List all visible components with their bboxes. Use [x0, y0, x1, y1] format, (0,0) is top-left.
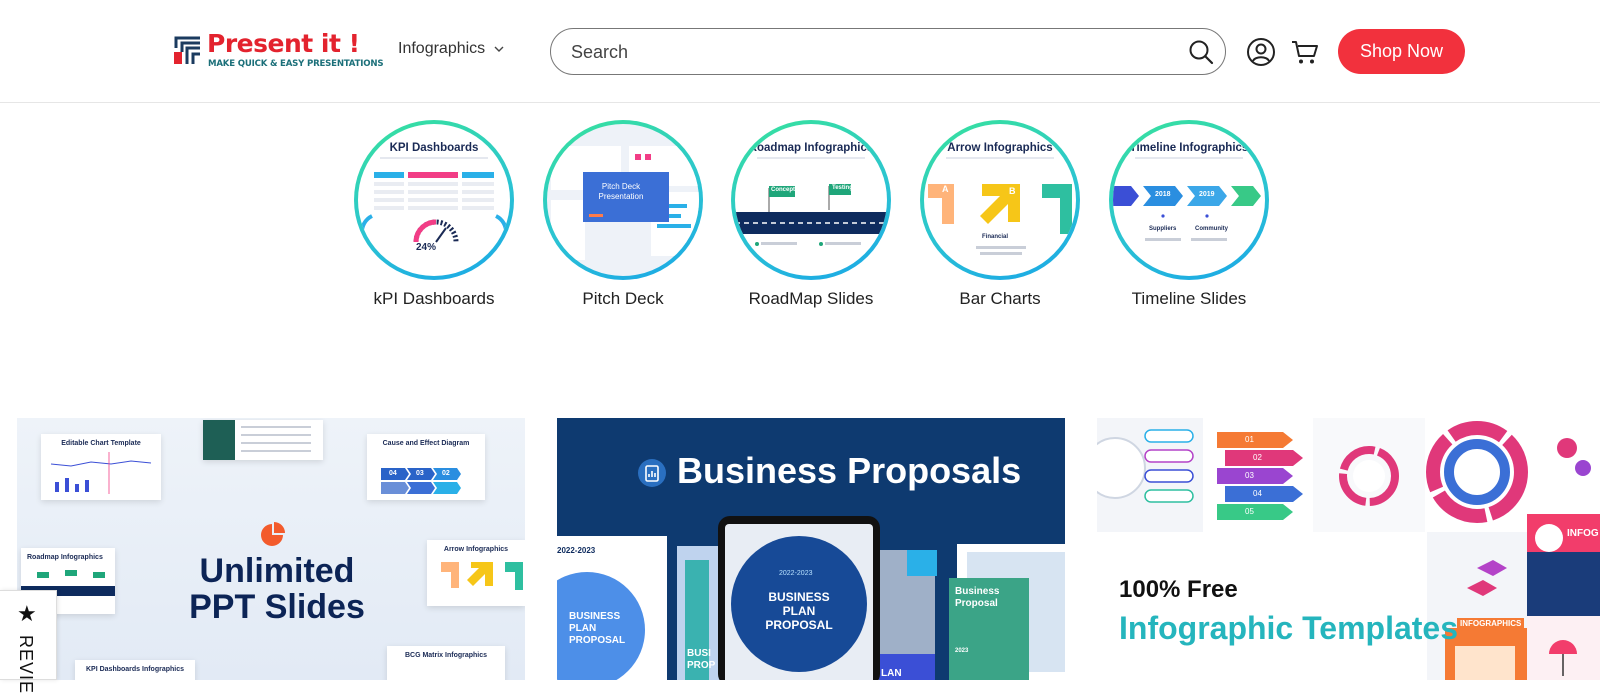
arrow-graphic [441, 562, 523, 590]
roadmap-tag-testing: Testing [832, 185, 853, 191]
category-thumbnail: Arrow Infographics A B Financial [924, 124, 1076, 276]
timeline-year-2019: 2019 [1199, 191, 1215, 198]
card-title: BCG Matrix Infographics [404, 652, 488, 659]
card-arrow: Arrow Infographics [427, 540, 525, 606]
arrow-infographic-graphic [928, 184, 1072, 255]
logo-mark-icon [174, 36, 200, 64]
site-header: Present it ! MAKE QUICK & EASY PRESENTAT… [0, 0, 1600, 103]
card-list [203, 420, 323, 460]
arrow-label-financial: Financial [982, 234, 1009, 240]
card-title: KPI Dashboards Infographics [85, 666, 185, 673]
search-input[interactable] [571, 39, 1171, 65]
card-bcg-matrix: BCG Matrix Infographics [387, 646, 505, 680]
infographic-step-05: 05 [1245, 507, 1254, 516]
kpi-table-graphic [359, 172, 509, 243]
left-cover-text: BUSINESS PLAN PROPOSAL [569, 611, 626, 646]
thumbnail-kpi-value: 24% [416, 242, 437, 253]
timeline-year-2018: 2018 [1155, 191, 1171, 198]
search-icon[interactable] [1187, 38, 1215, 66]
card-editable-chart: Editable Chart Template [41, 434, 161, 500]
category-label: Timeline Slides [1131, 289, 1247, 308]
side-cover-title: Business Proposal [955, 586, 1000, 609]
infographics-menu[interactable]: Infographics [398, 40, 505, 58]
banner-headline: Unlimited PPT Slides [189, 552, 365, 626]
side-cover-year: 2023 [955, 648, 969, 654]
infographics-menu-label: Infographics [398, 40, 486, 57]
infographic-step-01: 01 [1245, 435, 1254, 444]
cart-icon[interactable] [1290, 37, 1320, 67]
banner-unlimited-ppt-slides[interactable]: Editable Chart Template Cause and Effect… [17, 418, 525, 680]
category-kpi-dashboards[interactable]: KPI Dashboards 24% kPI Dashboards [354, 120, 514, 309]
category-ring: Roadmap Infographics Concept Testing [731, 120, 891, 280]
category-thumbnail: Pitch Deck Presentation [547, 124, 699, 276]
category-label: kPI Dashboards [373, 289, 495, 308]
category-label: RoadMap Slides [748, 289, 874, 308]
roadmap-tag-concept: Concept [771, 187, 795, 193]
left-cover-years: 2022-2023 [557, 546, 596, 555]
infographics-label-cropped: INFOG [1567, 528, 1599, 539]
star-icon: ★ [17, 601, 37, 626]
pie-chart-icon [261, 522, 285, 546]
timeline-arrows-graphic [1113, 186, 1261, 241]
category-ring: KPI Dashboards 24% [354, 120, 514, 280]
category-timeline-slides[interactable]: Timeline Infographics 2018 2019 Supplier… [1109, 120, 1269, 309]
step-03: 03 [416, 470, 424, 477]
line-chart-graphic [50, 452, 152, 494]
cover-fragment-left: BUSI PROP [687, 648, 716, 671]
category-bar-charts[interactable]: Arrow Infographics A B Financial Bar Cha… [920, 120, 1080, 309]
cover-fragment-right: LAN [881, 668, 902, 679]
reviews-tab[interactable]: ★ REVIE [0, 590, 57, 694]
search-bar [550, 28, 1226, 75]
brand-tagline: MAKE QUICK & EASY PRESENTATIONS [208, 59, 384, 69]
arrow-label-b: B [1009, 186, 1016, 196]
category-ring: Pitch Deck Presentation [543, 120, 703, 280]
proposal-covers-graphic [557, 516, 1065, 680]
card-kpi-dashboards: KPI Dashboards Infographics [75, 660, 195, 680]
category-ring: Arrow Infographics A B Financial [920, 120, 1080, 280]
infographic-step-04: 04 [1253, 489, 1262, 498]
list-graphic [203, 420, 311, 460]
brand-name: Present it ! [207, 29, 360, 58]
step-04: 04 [389, 470, 397, 477]
arrow-label-a: A [942, 184, 949, 194]
roadmap-road-graphic [735, 184, 887, 246]
cover-title: BUSINESS PLAN PROPOSAL [765, 590, 833, 632]
thumbnail-title: Pitch Deck Presentation [598, 182, 644, 201]
banner-headline-line2: Infographic Templates [1119, 610, 1459, 646]
chevron-steps-graphic [381, 468, 461, 494]
cover-years: 2022-2023 [779, 570, 813, 577]
category-label: Pitch Deck [582, 289, 664, 308]
brand-logo[interactable]: Present it ! MAKE QUICK & EASY PRESENTAT… [172, 29, 384, 72]
category-roadmap-slides[interactable]: Roadmap Infographics Concept Testing Roa… [731, 120, 891, 309]
reviews-tab-label: REVIE [16, 635, 36, 694]
banner-business-proposals[interactable]: Business Proposals BUSINESS PLAN PROPOSA… [557, 418, 1065, 680]
category-ring: Timeline Infographics 2018 2019 Supplier… [1109, 120, 1269, 280]
banner-headline-line1: 100% Free [1119, 576, 1238, 603]
timeline-label-suppliers: Suppliers [1149, 226, 1177, 232]
infographic-step-02: 02 [1253, 453, 1262, 462]
category-pitch-deck[interactable]: Pitch Deck Presentation Pitch Deck [543, 120, 703, 309]
infographic-step-03: 03 [1245, 471, 1254, 480]
step-02: 02 [442, 470, 450, 477]
chevron-down-icon [494, 46, 504, 52]
account-icon[interactable] [1246, 37, 1276, 67]
category-thumbnail: KPI Dashboards 24% [358, 124, 510, 276]
infographics-label: INFOGRAPHICS [1457, 618, 1525, 629]
category-label: Bar Charts [959, 289, 1041, 308]
category-thumbnail: Roadmap Infographics Concept Testing [735, 124, 887, 276]
shop-now-button[interactable]: Shop Now [1338, 29, 1465, 74]
banner-free-infographic-templates[interactable]: 01 02 03 04 05 INFOGRAPHICS INFOG 100% F… [1097, 418, 1600, 680]
category-thumbnail: Timeline Infographics 2018 2019 Supplier… [1113, 124, 1265, 276]
card-cause-effect: Cause and Effect Diagram 04 03 02 [367, 434, 485, 500]
timeline-label-community: Community [1195, 226, 1228, 232]
